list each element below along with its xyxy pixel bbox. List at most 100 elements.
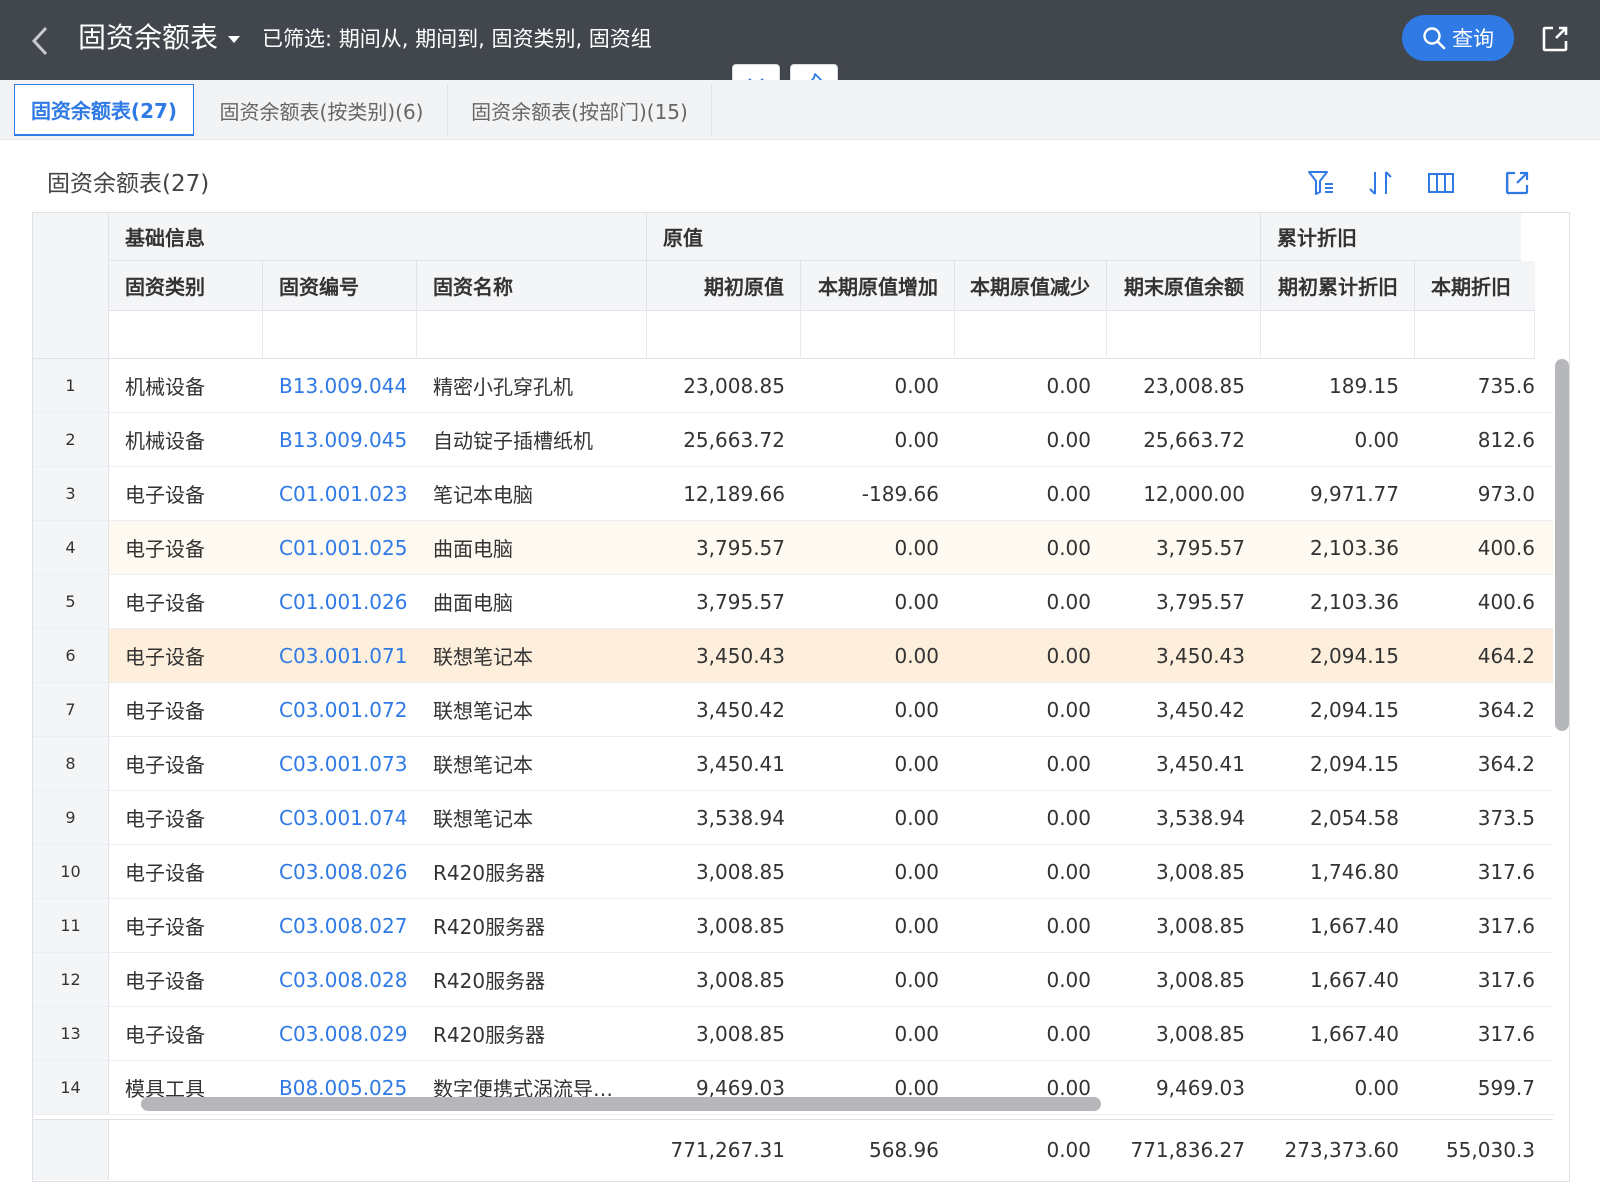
column-filter-period-depreciation[interactable] [1415,311,1535,359]
total-opening-value: 771,267.31 [670,1138,785,1162]
cell-asset-name: R420服务器 [433,1023,546,1047]
cell-opening-value: 3,538.94 [695,805,785,830]
asset-code-link[interactable]: B13.009.045 [263,413,417,466]
cell-value-increase: 0.00 [894,589,939,614]
table-row[interactable]: 6 电子设备 C03.001.071 联想笔记本 3,450.43 0.00 0.00 3,4… [33,629,1553,683]
cell-closing-value: 25,663.72 [1143,427,1245,452]
cell-period-depreciation: 364.2 [1477,751,1535,776]
row-number: 5 [33,575,109,628]
page-title: 固资余额表 [78,21,219,54]
chevron-left-icon[interactable] [28,24,52,58]
asset-code-link[interactable]: C01.001.026 [263,575,417,628]
cell-opening-depreciation: 1,667.40 [1309,967,1399,992]
table-row[interactable]: 5 电子设备 C01.001.026 曲面电脑 3,795.57 0.00 0.00 3,79… [33,575,1553,629]
filter-icon[interactable] [1306,168,1336,198]
export-icon[interactable] [1502,168,1532,198]
table-row[interactable]: 7 电子设备 C03.001.072 联想笔记本 3,450.42 0.00 0.00 3,4… [33,683,1553,737]
cell-value-decrease: 0.00 [1046,859,1091,884]
cell-opening-value: 3,450.43 [695,643,785,668]
table-row[interactable]: 3 电子设备 C01.001.023 笔记本电脑 12,189.66 -189.66 0.0… [33,467,1553,521]
tab-balance-by-category[interactable]: 固资余额表(按类别)(6) [196,84,448,136]
export-icon[interactable] [1540,24,1570,54]
cell-asset-name: R420服务器 [433,861,546,885]
tab-balance-by-department[interactable]: 固资余额表(按部门)(15) [448,84,712,136]
column-header-name[interactable]: 固资名称 [417,261,647,311]
cell-opening-value: 3,450.41 [695,751,785,776]
cell-opening-depreciation: 2,094.15 [1309,697,1399,722]
cell-opening-value: 3,450.42 [695,697,785,722]
section-title: 固资余额表(27) [47,171,210,197]
cell-value-increase: 0.00 [894,373,939,398]
asset-code-link[interactable]: C03.008.027 [263,899,417,952]
asset-code-link[interactable]: B13.009.044 [263,359,417,412]
cell-value-decrease: 0.00 [1046,751,1091,776]
cell-opening-value: 3,008.85 [695,913,785,938]
cell-asset-name: R420服务器 [433,915,546,939]
cell-opening-value: 3,008.85 [695,1021,785,1046]
column-header-opening-depreciation[interactable]: 期初累计折旧 [1261,261,1415,311]
column-filter-name[interactable] [417,311,647,359]
cell-value-increase: 0.00 [894,535,939,560]
cell-value-increase: 0.00 [894,859,939,884]
column-header-value-decrease[interactable]: 本期原值减少 [955,261,1107,311]
tab-balance[interactable]: 固资余额表(27) [14,84,194,136]
table-row[interactable]: 9 电子设备 C03.001.074 联想笔记本 3,538.94 0.00 0.00 3,5… [33,791,1553,845]
columns-icon[interactable] [1426,168,1456,198]
column-filter-value-decrease[interactable] [955,311,1107,359]
asset-code-link[interactable]: C03.001.073 [263,737,417,790]
cell-closing-value: 3,450.43 [1155,643,1245,668]
cell-category: 电子设备 [125,483,205,507]
row-number: 3 [33,467,109,520]
column-header-category[interactable]: 固资类别 [109,261,263,311]
horizontal-scrollbar[interactable] [141,1097,1101,1111]
row-number: 1 [33,359,109,412]
asset-code-link[interactable]: C03.008.026 [263,845,417,898]
table-row[interactable]: 1 机械设备 B13.009.044 精密小孔穿孔机 23,008.85 0.00 0.00… [33,359,1553,413]
cell-category: 电子设备 [125,861,205,885]
column-filter-category[interactable] [109,311,263,359]
table-row[interactable]: 4 电子设备 C01.001.025 曲面电脑 3,795.57 0.00 0.00 3,79… [33,521,1553,575]
vertical-scrollbar[interactable] [1555,359,1569,731]
cell-closing-value: 3,008.85 [1155,1021,1245,1046]
cell-category: 电子设备 [125,537,205,561]
cell-value-increase: 0.00 [894,427,939,452]
asset-code-link[interactable]: C03.008.029 [263,1007,417,1060]
query-button[interactable]: 查询 [1402,15,1514,61]
asset-code-link[interactable]: C01.001.025 [263,521,417,574]
table-row[interactable]: 8 电子设备 C03.001.073 联想笔记本 3,450.41 0.00 0.00 3,4… [33,737,1553,791]
table-row[interactable]: 2 机械设备 B13.009.045 自动锭子插槽纸机 25,663.72 0.00 0.0… [33,413,1553,467]
cell-opening-value: 3,008.85 [695,967,785,992]
column-filter-code[interactable] [263,311,417,359]
search-icon [1423,27,1446,50]
row-number: 14 [33,1061,109,1114]
cell-opening-depreciation: 2,094.15 [1309,643,1399,668]
column-header-period-depreciation[interactable]: 本期折旧 [1415,261,1535,311]
table-row[interactable]: 13 电子设备 C03.008.029 R420服务器 3,008.85 0.00 0.00… [33,1007,1553,1061]
column-header-closing-value[interactable]: 期末原值余额 [1107,261,1261,311]
asset-code-link[interactable]: C01.001.023 [263,467,417,520]
row-number: 9 [33,791,109,844]
table-row[interactable]: 10 电子设备 C03.008.026 R420服务器 3,008.85 0.00 0.00… [33,845,1553,899]
cell-category: 电子设备 [125,807,205,831]
column-filter-opening-depreciation[interactable] [1261,311,1415,359]
column-filter-closing-value[interactable] [1107,311,1261,359]
table-row[interactable]: 11 电子设备 C03.008.027 R420服务器 3,008.85 0.00 0.00… [33,899,1553,953]
column-header-value-increase[interactable]: 本期原值增加 [801,261,955,311]
asset-code-link[interactable]: C03.008.028 [263,953,417,1006]
cell-closing-value: 3,795.57 [1155,589,1245,614]
sort-icon[interactable] [1366,168,1396,198]
column-header-code[interactable]: 固资编号 [263,261,417,311]
asset-code-link[interactable]: C03.001.071 [263,629,417,682]
cell-value-decrease: 0.00 [1046,913,1091,938]
column-filter-opening-value[interactable] [647,311,801,359]
column-filter-value-increase[interactable] [801,311,955,359]
cell-period-depreciation: 812.6 [1477,427,1535,452]
caret-down-icon[interactable] [228,34,240,44]
cell-closing-value: 3,008.85 [1155,913,1245,938]
asset-code-link[interactable]: C03.001.072 [263,683,417,736]
cell-period-depreciation: 400.6 [1477,535,1535,560]
column-header-opening-value[interactable]: 期初原值 [647,261,801,311]
asset-code-link[interactable]: C03.001.074 [263,791,417,844]
table-row[interactable]: 12 电子设备 C03.008.028 R420服务器 3,008.85 0.00 0.00… [33,953,1553,1007]
cell-closing-value: 3,450.41 [1155,751,1245,776]
